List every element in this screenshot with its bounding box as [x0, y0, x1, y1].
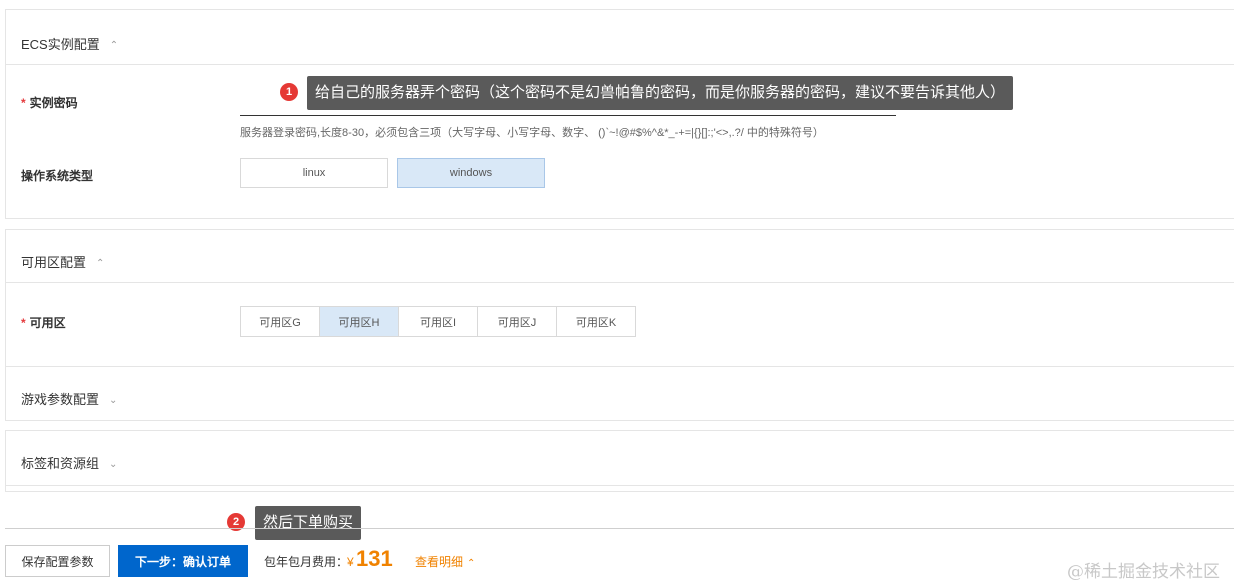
- footer-divider: [5, 528, 1234, 529]
- fee-amount: 131: [356, 546, 393, 571]
- chevron-up-icon: ⌃: [96, 258, 105, 270]
- step-2-tooltip: 然后下单购买: [255, 506, 362, 540]
- save-config-button[interactable]: 保存配置参数: [5, 545, 110, 577]
- chevron-down-icon: ⌄: [109, 395, 118, 407]
- zone-option-k[interactable]: 可用区K: [556, 306, 636, 337]
- tags-config-panel: 标签和资源组 ⌄: [5, 430, 1234, 492]
- os-type-label: 操作系统类型: [21, 169, 94, 183]
- password-label: * 实例密码: [21, 96, 78, 110]
- zone-option-h[interactable]: 可用区H: [319, 306, 399, 337]
- zone-label: * 可用区: [21, 316, 66, 330]
- zone-config-panel: 可用区配置 ⌃ * 可用区 可用区G 可用区H 可用区I 可用区J 可用区K: [5, 229, 1234, 367]
- ecs-config-panel: ECS实例配置 ⌃ * 实例密码 服务器登录密码,长度8-30，必须包含三项（大写字…: [5, 9, 1234, 219]
- fee-label: 包年包月费用：: [264, 555, 349, 569]
- game-config-title: 游戏参数配置: [21, 392, 100, 407]
- ecs-purchase-page: ECS实例配置 ⌃ * 实例密码 服务器登录密码,长度8-30，必须包含三项（大写字…: [0, 0, 1234, 586]
- fee-currency: ¥: [347, 555, 354, 569]
- step-1-tooltip: 给自己的服务器弄个密码（这个密码不是幻兽帕鲁的密码，而是你服务器的密码，建议不要…: [307, 76, 1014, 110]
- step-1-badge: 1: [280, 83, 298, 101]
- os-option-windows[interactable]: windows: [397, 158, 545, 188]
- zone-option-j[interactable]: 可用区J: [477, 306, 557, 337]
- zone-option-g[interactable]: 可用区G: [240, 306, 320, 337]
- os-type-group: linux windows: [240, 158, 550, 189]
- view-details-link[interactable]: 查看明细 ⌃: [415, 553, 475, 570]
- asterisk-icon: *: [21, 96, 26, 110]
- next-confirm-order-button[interactable]: 下一步：确认订单: [118, 545, 248, 577]
- tags-config-header[interactable]: 标签和资源组 ⌄: [21, 453, 117, 472]
- zone-header-divider: [6, 282, 1234, 283]
- zone-option-i[interactable]: 可用区I: [398, 306, 478, 337]
- game-config-header[interactable]: 游戏参数配置 ⌄: [21, 389, 117, 408]
- chevron-up-icon: ⌃: [109, 40, 119, 52]
- password-hint: 服务器登录密码,长度8-30，必须包含三项（大写字母、小写字母、数字、 ()`~…: [240, 127, 824, 139]
- asterisk-icon: *: [21, 316, 26, 330]
- chevron-up-icon: ⌃: [467, 558, 476, 569]
- ecs-header-divider: [6, 64, 1234, 65]
- ecs-config-header[interactable]: ECS实例配置 ⌃: [21, 34, 118, 53]
- game-config-panel: 游戏参数配置 ⌄: [5, 366, 1234, 421]
- zone-config-title: 可用区配置: [21, 255, 87, 270]
- ecs-config-title: ECS实例配置: [21, 37, 100, 52]
- chevron-down-icon: ⌄: [109, 459, 118, 471]
- zone-options: 可用区G 可用区H 可用区I 可用区J 可用区K: [240, 306, 636, 337]
- password-input[interactable]: [240, 115, 896, 116]
- zone-config-header[interactable]: 可用区配置 ⌃: [21, 252, 104, 271]
- tags-bottom-divider: [6, 485, 1234, 486]
- watermark: @稀土掘金技术社区: [1067, 562, 1220, 582]
- tags-config-title: 标签和资源组: [21, 456, 100, 471]
- os-option-linux[interactable]: linux: [240, 158, 388, 188]
